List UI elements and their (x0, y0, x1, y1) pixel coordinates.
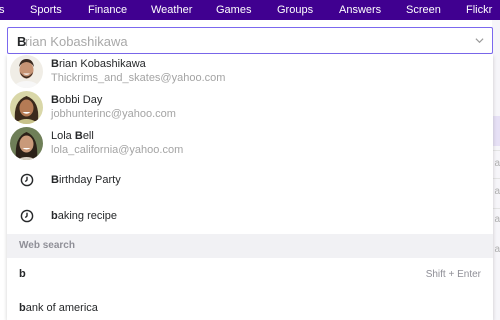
nav-item-screen[interactable]: Screen (406, 4, 441, 16)
background-text: a (494, 186, 500, 197)
avatar (10, 91, 43, 124)
contact-email: lola_california@yahoo.com (51, 144, 184, 156)
nav-item-answers[interactable]: Answers (339, 4, 381, 16)
contact-name: Brian Kobashikawa (51, 58, 146, 70)
history-text: baking recipe (51, 210, 118, 222)
nav-item-sports[interactable]: Sports (30, 4, 62, 16)
history-suggestion[interactable]: baking recipe (7, 198, 493, 234)
contact-suggestion[interactable]: Lola Bell lola_california@yahoo.com (7, 126, 493, 162)
background-divider (492, 150, 500, 151)
background-highlight (492, 116, 500, 146)
avatar (10, 127, 43, 160)
background-divider (492, 208, 500, 209)
nav-item-weather[interactable]: Weather (151, 4, 192, 16)
background-text: a (494, 158, 500, 169)
background-page-edge (492, 20, 500, 320)
web-search-suggestion[interactable]: bank of america (7, 290, 493, 320)
background-divider (492, 178, 500, 179)
contact-name: Bobbi Day (51, 94, 103, 106)
background-text: a (494, 244, 500, 255)
section-header-label: Web search (19, 240, 75, 251)
contact-email: jobhunterinc@yahoo.com (51, 108, 176, 120)
history-text: Birthday Party (51, 174, 121, 186)
web-search-suggestion[interactable]: b Shift + Enter (7, 258, 493, 290)
search-input[interactable] (8, 28, 492, 53)
chevron-down-icon[interactable] (475, 36, 484, 45)
nav-item-partial[interactable]: s (0, 4, 5, 16)
nav-item-finance[interactable]: Finance (88, 4, 127, 16)
avatar (10, 55, 43, 88)
contact-suggestion[interactable]: Brian Kobashikawa Thickrims_and_skates@y… (7, 54, 493, 90)
keyboard-shortcut-hint: Shift + Enter (425, 269, 481, 280)
nav-item-games[interactable]: Games (216, 4, 251, 16)
history-suggestion[interactable]: Birthday Party (7, 162, 493, 198)
search-box[interactable]: B rian Kobashikawa (7, 27, 493, 54)
history-clock-icon (20, 173, 34, 187)
autocomplete-dropdown: Brian Kobashikawa Thickrims_and_skates@y… (7, 54, 493, 320)
web-search-section-header: Web search (7, 234, 493, 258)
contact-email: Thickrims_and_skates@yahoo.com (51, 72, 226, 84)
web-search-text: b (19, 268, 26, 280)
background-text: a (494, 214, 500, 225)
contact-name: Lola Bell (51, 130, 94, 142)
web-search-text: bank of america (19, 302, 98, 314)
history-clock-icon (20, 209, 34, 223)
nav-item-groups[interactable]: Groups (277, 4, 313, 16)
top-navigation-bar: s Sports Finance Weather Games Groups An… (0, 0, 500, 20)
contact-suggestion[interactable]: Bobbi Day jobhunterinc@yahoo.com (7, 90, 493, 126)
nav-item-flickr[interactable]: Flickr (466, 4, 492, 16)
